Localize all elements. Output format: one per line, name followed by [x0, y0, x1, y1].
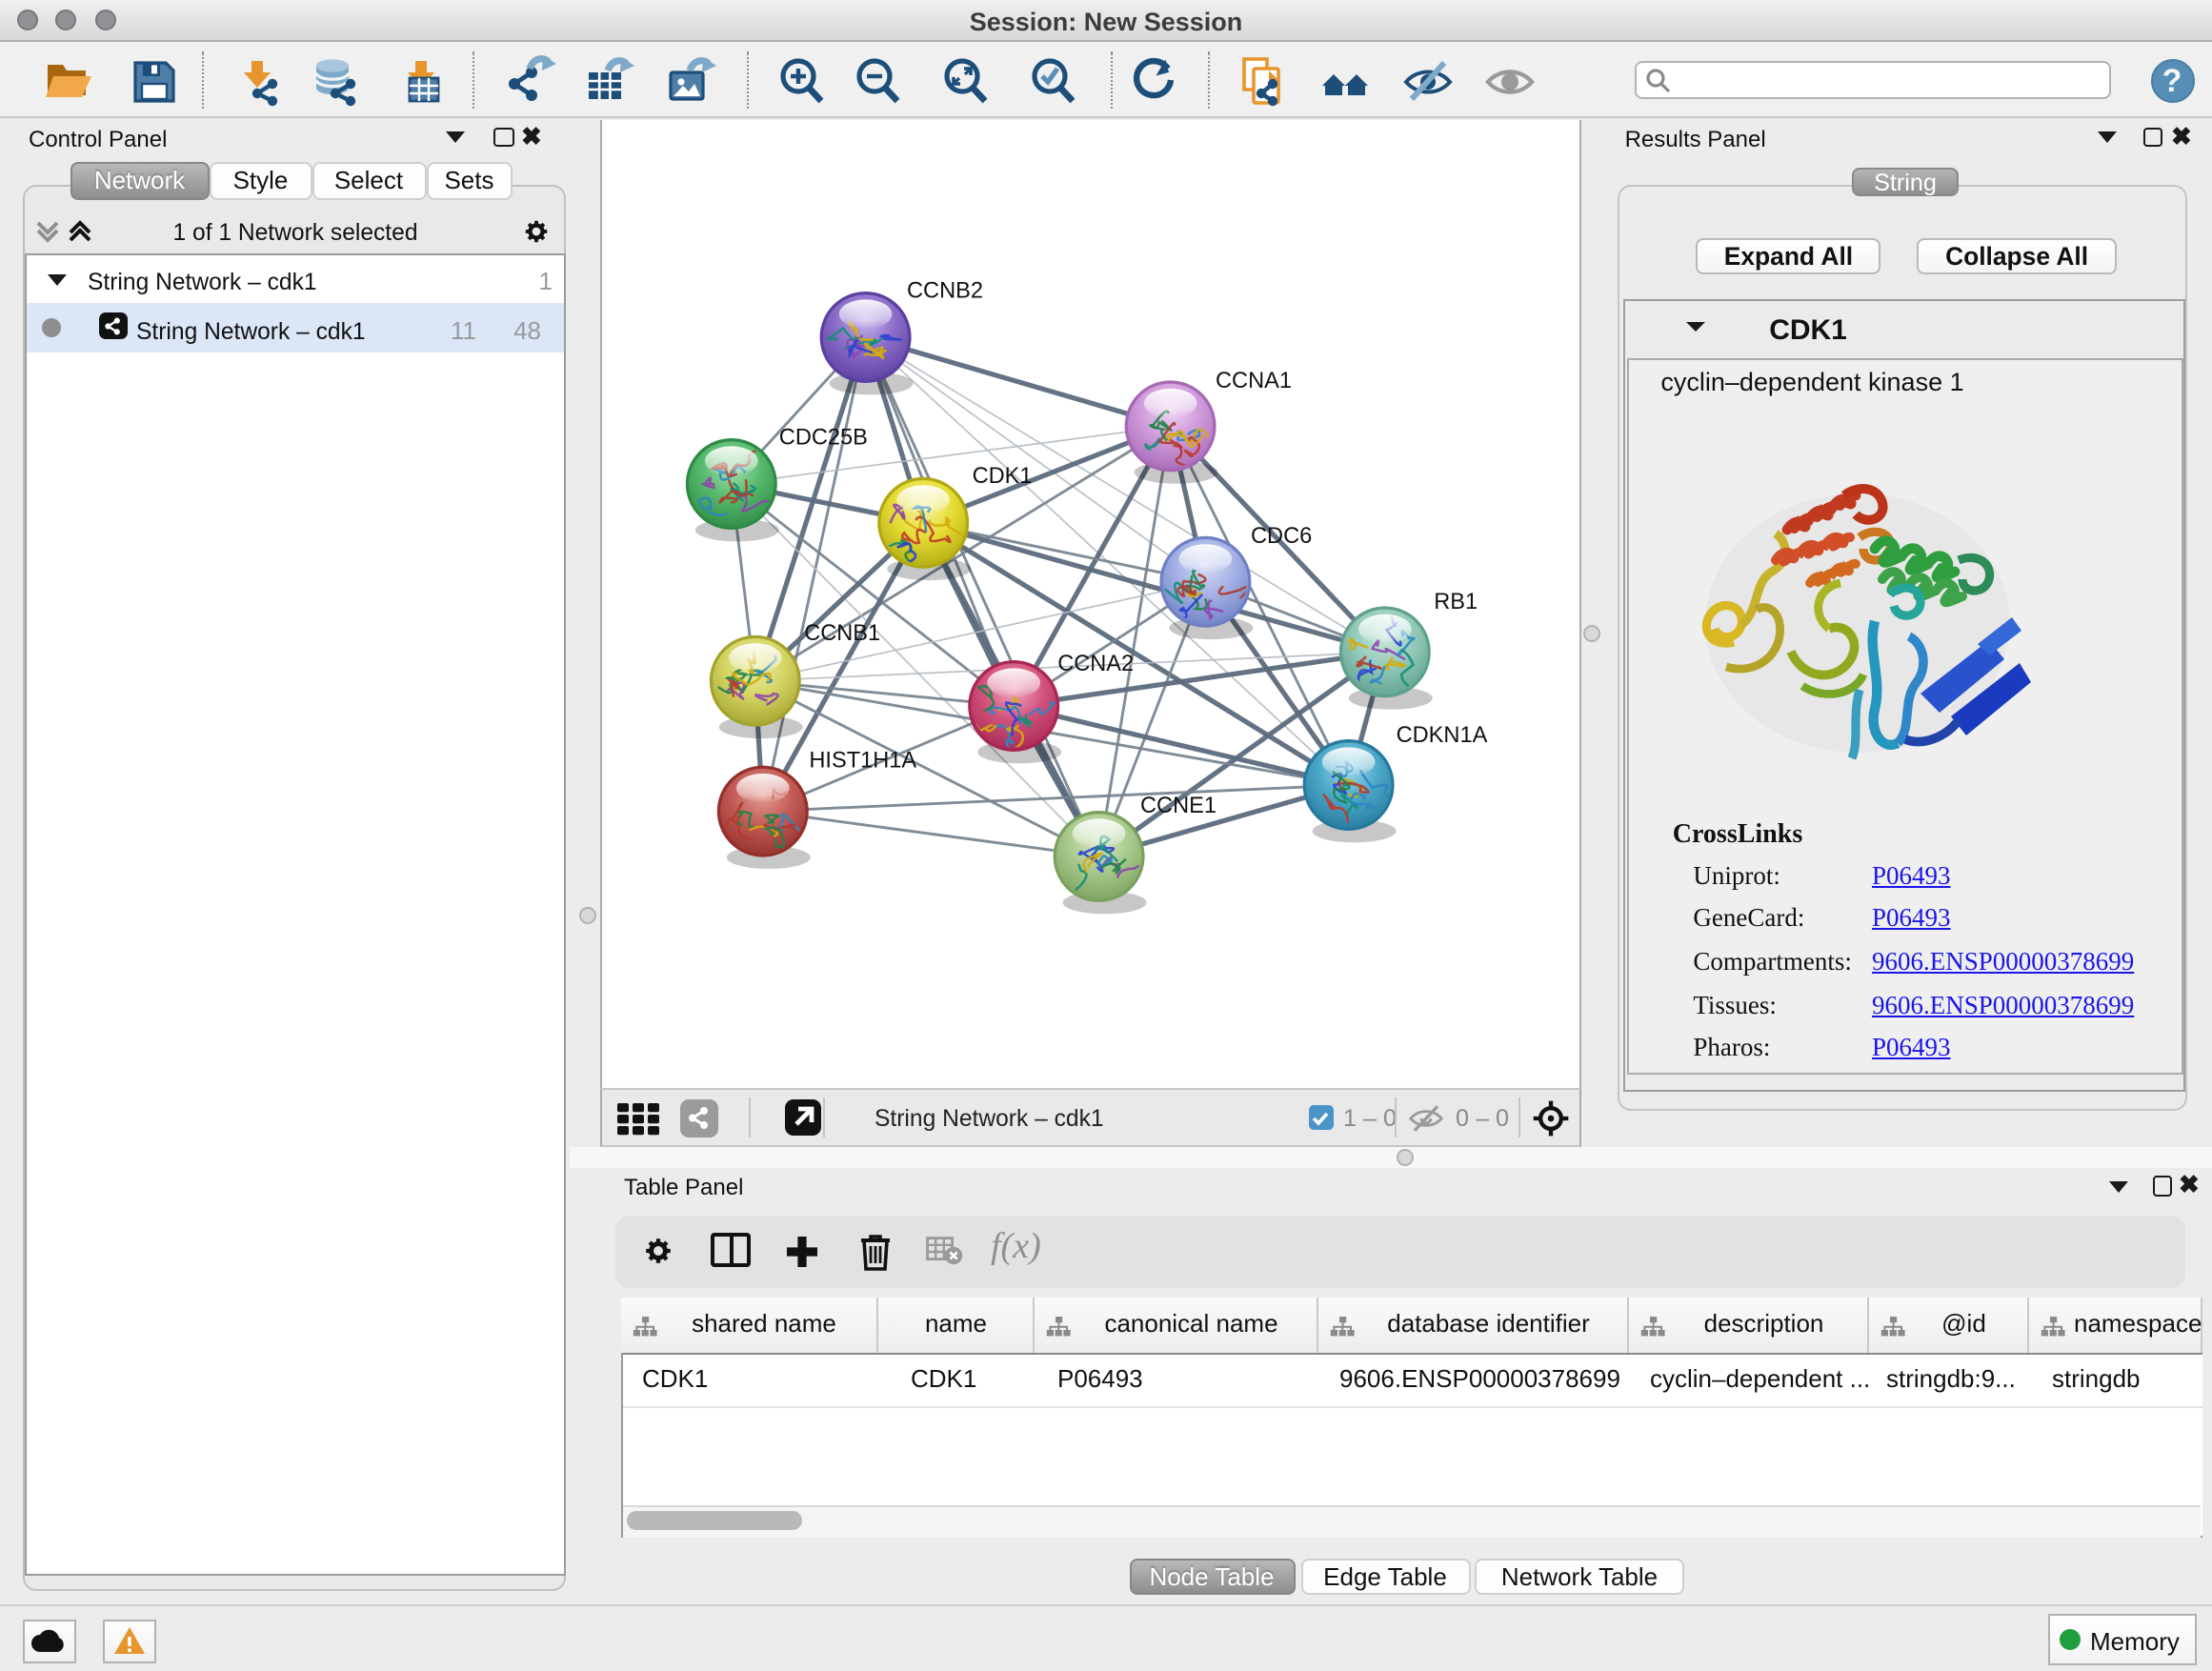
svg-text:CDC25B: CDC25B [778, 425, 867, 450]
svg-text:CDC6: CDC6 [1250, 523, 1311, 548]
svg-text:HIST1H1A: HIST1H1A [808, 747, 915, 772]
svg-text:CCNA1: CCNA1 [1215, 368, 1291, 393]
svg-text:CCNE1: CCNE1 [1139, 793, 1216, 817]
svg-text:RB1: RB1 [1433, 589, 1477, 614]
svg-text:CDK1: CDK1 [972, 463, 1032, 488]
svg-text:CDKN1A: CDKN1A [1396, 722, 1487, 747]
svg-text:CCNB2: CCNB2 [906, 277, 982, 302]
svg-text:CCNA2: CCNA2 [1056, 651, 1133, 675]
svg-text:CCNB1: CCNB1 [803, 620, 879, 645]
